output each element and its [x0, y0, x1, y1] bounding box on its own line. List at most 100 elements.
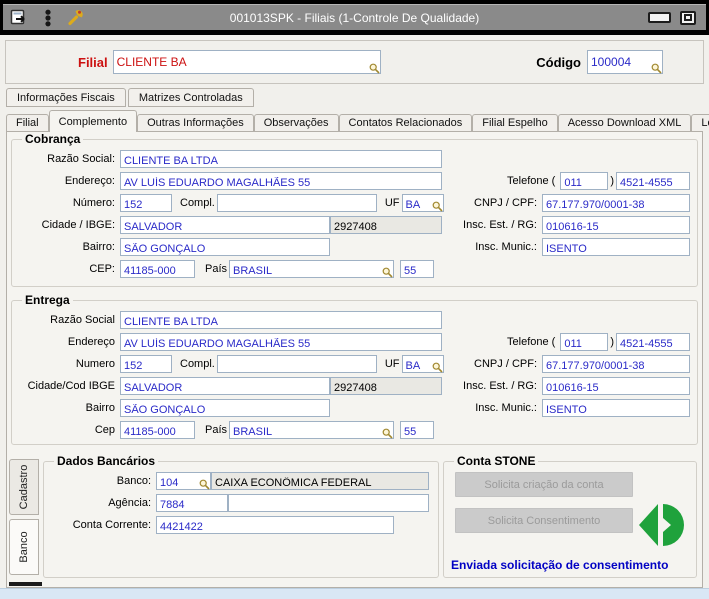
compl-label: Compl.: [180, 196, 215, 209]
cidade-field[interactable]: [120, 215, 330, 235]
compl-input[interactable]: [217, 196, 376, 213]
razao-social-input[interactable]: [121, 152, 441, 169]
wrench-icon[interactable]: [67, 9, 84, 26]
agencia-compl-input[interactable]: [229, 496, 428, 513]
agencia-compl-field[interactable]: [228, 493, 429, 513]
bairro-field[interactable]: [120, 398, 330, 418]
bairro-input[interactable]: [121, 401, 329, 418]
telefone-input[interactable]: [617, 335, 689, 352]
cep-field[interactable]: [120, 259, 195, 279]
insc-mun-field[interactable]: [542, 237, 690, 257]
endereco-field[interactable]: [120, 171, 442, 191]
solicita-consentimento-button[interactable]: Solicita Consentimento: [455, 508, 633, 533]
traffic-light-icon[interactable]: [42, 9, 54, 27]
codigo-field[interactable]: [587, 50, 663, 74]
pais-cod-input[interactable]: [401, 423, 434, 440]
numero-label: Numero: [75, 357, 115, 370]
insc-mun-input[interactable]: [543, 401, 689, 418]
tab-informacoes-fiscais[interactable]: Informações Fiscais: [6, 88, 126, 107]
pais-input[interactable]: [230, 262, 394, 279]
compl-field[interactable]: [216, 193, 377, 213]
cidade-input[interactable]: [121, 379, 329, 396]
filial-label: Filial: [78, 54, 108, 70]
tab-complemento[interactable]: Complemento: [48, 110, 138, 132]
telefone-field[interactable]: [616, 332, 690, 352]
exit-window-icon[interactable]: [10, 9, 29, 26]
telefone-field[interactable]: [616, 171, 690, 191]
tab-log[interactable]: Log: [691, 114, 709, 131]
pais-field[interactable]: [229, 259, 395, 279]
magnifier-icon[interactable]: [199, 479, 210, 490]
solicita-criacao-button[interactable]: Solicita criação da conta: [455, 472, 633, 497]
ddd-field[interactable]: [560, 332, 609, 352]
magnifier-icon[interactable]: [432, 201, 443, 212]
insc-est-input[interactable]: [543, 379, 689, 396]
pais-cod-input[interactable]: [401, 262, 434, 279]
pais-cod-field[interactable]: [400, 259, 435, 279]
uf-label: UF: [384, 357, 400, 370]
ddd-input[interactable]: [561, 174, 608, 191]
tab-acesso-download-xml[interactable]: Acesso Download XML: [557, 114, 692, 131]
cep-input[interactable]: [121, 423, 194, 440]
agencia-input[interactable]: [157, 496, 227, 513]
banco-codigo-field[interactable]: [156, 471, 211, 491]
cep-input[interactable]: [121, 262, 194, 279]
telefone-input[interactable]: [617, 174, 689, 191]
agencia-field[interactable]: [156, 493, 228, 513]
cnpj-input[interactable]: [543, 196, 689, 213]
endereco-input[interactable]: [121, 174, 441, 191]
ddd-field[interactable]: [560, 171, 609, 191]
magnifier-icon[interactable]: [369, 63, 380, 74]
bairro-field[interactable]: [120, 237, 330, 257]
magnifier-icon[interactable]: [432, 362, 443, 373]
tab-filial-espelho[interactable]: Filial Espelho: [472, 114, 558, 131]
cidade-field[interactable]: [120, 376, 330, 396]
side-tab-cadastro[interactable]: Cadastro: [9, 459, 39, 515]
insc-est-field[interactable]: [542, 376, 690, 396]
ddd-input[interactable]: [561, 335, 608, 352]
side-tab-banco[interactable]: Banco: [9, 519, 39, 575]
conta-corrente-field[interactable]: [156, 515, 394, 535]
razao-social-field[interactable]: [120, 310, 442, 330]
compl-input[interactable]: [217, 357, 376, 374]
magnifier-icon[interactable]: [382, 267, 393, 278]
tab-observacoes[interactable]: Observações: [253, 114, 339, 131]
bairro-input[interactable]: [121, 240, 329, 257]
cnpj-field[interactable]: [542, 354, 690, 374]
cep-field[interactable]: [120, 420, 195, 440]
cidade-input[interactable]: [121, 218, 329, 235]
magnifier-icon[interactable]: [382, 428, 393, 439]
numero-field[interactable]: [120, 354, 172, 374]
tab-filial[interactable]: Filial: [6, 114, 49, 131]
compl-field[interactable]: [216, 354, 377, 374]
pais-field[interactable]: [229, 420, 395, 440]
insc-est-input[interactable]: [543, 218, 689, 235]
razao-social-field[interactable]: [120, 149, 442, 169]
pais-cod-field[interactable]: [400, 420, 435, 440]
entrega-title: Entrega: [25, 293, 70, 307]
cobranca-group: Cobrança Razão Social: Endereço: Telefon…: [11, 132, 698, 287]
uf-field[interactable]: [401, 193, 444, 213]
numero-input[interactable]: [121, 196, 171, 213]
pais-input[interactable]: [230, 423, 394, 440]
numero-input[interactable]: [121, 357, 171, 374]
filial-field[interactable]: [112, 50, 381, 74]
endereco-field[interactable]: [120, 332, 442, 352]
tab-outras-informacoes[interactable]: Outras Informações: [137, 114, 254, 131]
restore-icon[interactable]: [680, 10, 696, 25]
conta-corrente-input[interactable]: [157, 518, 393, 535]
insc-est-field[interactable]: [542, 215, 690, 235]
numero-field[interactable]: [120, 193, 172, 213]
cnpj-input[interactable]: [543, 357, 689, 374]
endereco-input[interactable]: [121, 335, 441, 352]
tab-matrizes-controladas[interactable]: Matrizes Controladas: [127, 88, 254, 107]
magnifier-icon[interactable]: [651, 63, 662, 74]
cnpj-field[interactable]: [542, 193, 690, 213]
insc-mun-field[interactable]: [542, 398, 690, 418]
tab-contatos-relacionados[interactable]: Contatos Relacionados: [338, 114, 473, 131]
uf-field[interactable]: [401, 354, 444, 374]
filial-input[interactable]: [113, 51, 380, 73]
razao-social-input[interactable]: [121, 313, 441, 330]
insc-mun-input[interactable]: [543, 240, 689, 257]
minimize-icon[interactable]: [648, 12, 671, 23]
